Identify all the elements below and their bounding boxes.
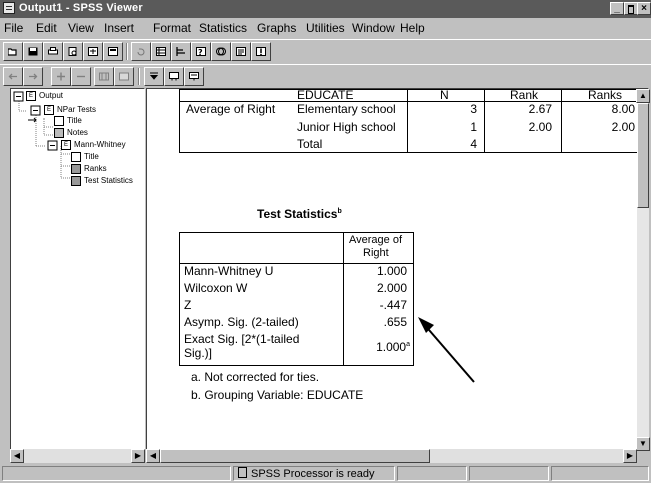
standard-toolbar: ? [0,39,651,64]
window-title: Output1 - SPSS Viewer [19,2,143,14]
menu-insert[interactable]: Insert [104,21,134,35]
scroll-left-icon[interactable]: ◀ [146,449,160,463]
menu-utilities[interactable]: Utilities [306,21,345,35]
menu-window[interactable]: Window [352,21,395,35]
outline-pane[interactable]: E Output E NPar Tests Title Notes E Mann-Wh… [10,88,145,451]
table-icon [71,164,81,174]
scroll-right-icon[interactable]: ▶ [623,449,637,463]
minimize-button[interactable]: _ [610,2,624,15]
book-icon: E [44,105,54,115]
print-icon[interactable] [43,42,63,61]
goto-case-icon[interactable] [171,42,191,61]
status-panel-4 [469,466,549,481]
value-labels-icon[interactable] [231,42,251,61]
processor-icon [238,467,247,478]
hide-icon[interactable] [114,67,134,86]
book-icon: E [61,140,71,150]
toolbar-separator [138,68,140,85]
close-button[interactable]: × [637,2,651,15]
title-bar: Output1 - SPSS Viewer _ × [0,0,651,18]
menu-file[interactable]: File [4,21,23,35]
scroll-right-icon[interactable]: ▶ [131,449,145,463]
menu-format[interactable]: Format [153,21,191,35]
save-icon[interactable] [23,42,43,61]
menu-graphs[interactable]: Graphs [257,21,296,35]
status-panel-left [2,466,231,481]
insert-title-icon[interactable] [164,67,184,86]
promote-icon[interactable] [3,67,23,86]
alert-icon[interactable] [251,42,271,61]
menu-help[interactable]: Help [400,21,425,35]
demote-icon[interactable] [23,67,43,86]
svg-text:?: ? [198,48,203,56]
insert-heading-icon[interactable] [144,67,164,86]
status-text: SPSS Processor is ready [251,468,375,480]
title-page-icon [54,116,64,126]
scrollbar-thumb[interactable] [160,449,430,463]
book-icon: E [26,91,36,101]
toolbar-separator [126,43,128,60]
status-panel-5 [551,466,649,481]
undo-icon[interactable] [131,42,151,61]
status-panel-3 [397,466,467,481]
output-pane: EDUCATE N Rank Ranks Average of Right El… [146,88,649,451]
show-icon[interactable] [94,67,114,86]
title-page-icon [71,152,81,162]
tree-item-title[interactable]: Title [54,116,82,126]
menu-edit[interactable]: Edit [36,21,57,35]
insert-text-icon[interactable] [184,67,204,86]
notes-icon [54,128,64,138]
table-icon [71,176,81,186]
tree-item-notes[interactable]: Notes [54,128,88,138]
goto-data-icon[interactable] [151,42,171,61]
maximize-button[interactable] [624,2,638,15]
menu-view[interactable]: View [68,21,94,35]
output-horizontal-scrollbar[interactable]: ◀ ▶ [146,449,637,463]
tree-item-ranks[interactable]: Ranks [71,164,107,174]
dialog-recall-icon[interactable] [103,42,123,61]
select-cases-icon[interactable] [211,42,231,61]
scroll-left-icon[interactable]: ◀ [10,449,24,463]
tree-item-npar-tests[interactable]: E NPar Tests [44,105,96,115]
scrollbar-thumb[interactable] [637,103,649,208]
tree-item-title-2[interactable]: Title [71,152,99,162]
outline-toolbar [0,64,651,89]
collapse-icon[interactable] [71,67,91,86]
output-vertical-scrollbar[interactable]: ▲ ▼ [636,89,650,451]
scroll-down-icon[interactable]: ▼ [636,437,650,451]
open-icon[interactable] [3,42,23,61]
export-icon[interactable] [83,42,103,61]
tree-item-mann-whitney[interactable]: E Mann-Whitney [61,140,126,150]
variables-icon[interactable]: ? [191,42,211,61]
callout-arrow-icon [418,317,475,383]
scroll-up-icon[interactable]: ▲ [636,89,650,103]
status-panel-processor: SPSS Processor is ready [233,466,395,481]
app-icon [3,2,15,14]
expand-icon[interactable] [51,67,71,86]
menu-statistics[interactable]: Statistics [199,21,247,35]
print-preview-icon[interactable] [63,42,83,61]
menu-bar: File Edit View Insert Format Statistics … [0,19,651,38]
tree-item-output[interactable]: E Output [26,91,63,101]
status-bar: SPSS Processor is ready [0,464,651,483]
outline-horizontal-scrollbar[interactable]: ◀ ▶ [10,449,145,463]
tree-item-test-statistics[interactable]: Test Statistics [71,176,133,186]
